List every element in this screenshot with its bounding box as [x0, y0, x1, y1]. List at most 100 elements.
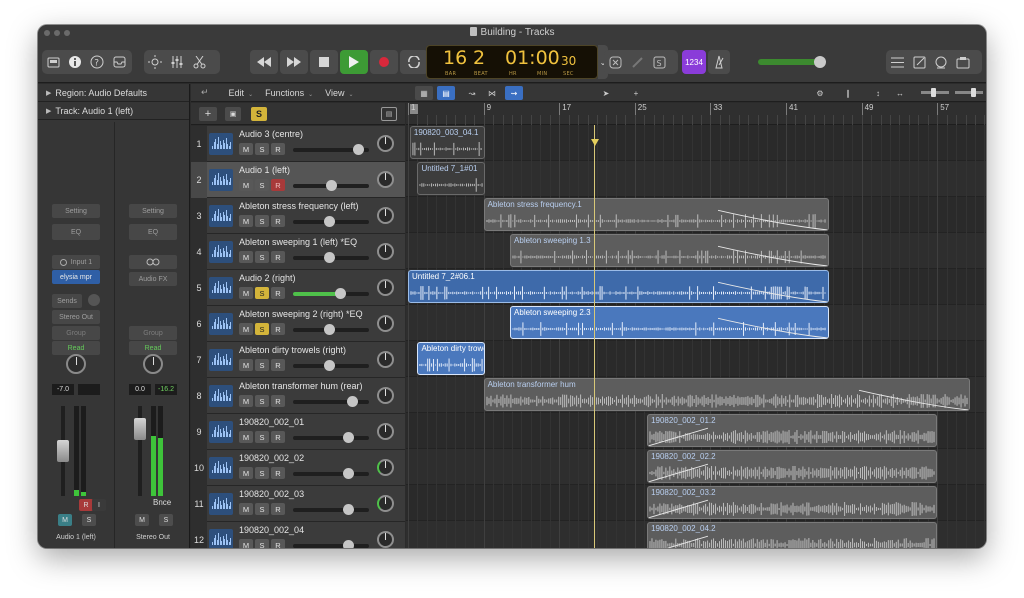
setting-button[interactable]: Setting — [52, 204, 100, 218]
waveform-zoom-icon[interactable]: ∥ — [839, 86, 857, 100]
fade-curve[interactable] — [648, 487, 709, 518]
audio-fx-slot[interactable]: Audio FX — [129, 272, 177, 286]
pan-knob[interactable] — [377, 387, 394, 404]
track-options-icon[interactable]: ▤ — [381, 107, 397, 121]
volume-handle[interactable] — [342, 468, 354, 479]
volume-handle[interactable] — [324, 252, 336, 263]
pan-knob[interactable] — [66, 354, 86, 374]
track-inspector-header[interactable]: ▶ Track: Audio 1 (left) — [38, 102, 189, 120]
brightness-icon[interactable] — [144, 50, 166, 74]
track-name[interactable]: 190820_002_03 — [239, 489, 304, 499]
fade-curve[interactable] — [648, 523, 709, 548]
track-volume-slider[interactable] — [293, 432, 369, 443]
track-name[interactable]: 190820_002_01 — [239, 417, 304, 427]
master-volume-handle[interactable] — [814, 56, 826, 68]
track-header[interactable]: 2 Audio 1 (left) M S R — [191, 162, 405, 198]
volume-handle[interactable] — [342, 540, 354, 548]
automation-mode-button[interactable]: Read — [52, 341, 100, 355]
track-name[interactable]: Audio 1 (left) — [239, 165, 290, 175]
volume-handle[interactable] — [342, 504, 354, 515]
library-icon[interactable] — [42, 50, 64, 74]
grid-view-icon[interactable]: ▦ — [415, 86, 433, 100]
group-button[interactable]: Group — [52, 326, 100, 340]
playhead-line[interactable] — [594, 125, 595, 548]
pan-knob[interactable] — [377, 531, 394, 548]
track-name[interactable]: Ableton stress frequency (left) — [239, 201, 359, 211]
global-solo-button[interactable]: S — [251, 107, 267, 121]
volume-handle[interactable] — [342, 432, 354, 443]
mute-button[interactable]: M — [239, 539, 253, 548]
rewind-button[interactable] — [250, 50, 278, 74]
group-button[interactable]: Group — [129, 326, 177, 340]
help-icon[interactable]: ? — [86, 50, 108, 74]
audio-region[interactable]: Ableton sweeping 1.3 — [510, 234, 829, 267]
metronome-icon[interactable] — [708, 50, 730, 74]
track-header[interactable]: 5 Audio 2 (right) M S R — [191, 270, 405, 306]
audio-region[interactable]: Ableton dirty trowels — [417, 342, 486, 375]
pan-knob[interactable] — [377, 279, 394, 296]
back-arrow-icon[interactable]: ↵ — [201, 87, 209, 98]
lcd-display[interactable]: 16 2 01:00 30 BAR BEAT HR MIN SEC — [426, 45, 598, 79]
solo-button[interactable]: S — [255, 323, 269, 335]
track-volume-slider[interactable] — [293, 144, 369, 155]
audio-region[interactable]: 190820_002_04.2 — [647, 522, 938, 548]
audio-region[interactable]: 190820_002_03.2 — [647, 486, 938, 519]
playhead-marker-icon[interactable] — [591, 139, 599, 146]
scissors-icon[interactable] — [188, 50, 210, 74]
track-volume-slider[interactable] — [293, 468, 369, 479]
play-button[interactable] — [340, 50, 368, 74]
audio-region[interactable]: 190820_002_02.2 — [647, 450, 938, 483]
solo-mode-icon[interactable]: S — [648, 50, 670, 74]
send-knob-icon[interactable] — [88, 294, 100, 306]
solo-button[interactable]: S — [255, 539, 269, 548]
record-enable-button[interactable]: R — [271, 431, 285, 443]
record-enable-button[interactable]: R — [271, 323, 285, 335]
settings-gear-icon[interactable]: ⚙ — [811, 86, 829, 100]
bar-ruler[interactable]: 1 9 17 25 33 41 49 57 — [406, 103, 986, 125]
pan-knob[interactable] — [377, 351, 394, 368]
record-enable-button[interactable]: R — [271, 539, 285, 548]
mute-button[interactable]: M — [58, 514, 72, 526]
volume-handle[interactable] — [326, 180, 337, 191]
view-menu[interactable]: View ⌄ — [325, 88, 353, 98]
audio-region[interactable]: Ableton transformer hum — [483, 378, 971, 411]
mute-button[interactable]: M — [239, 143, 253, 155]
track-header[interactable]: 10 190820_002_02 M S R — [191, 450, 405, 486]
audio-region[interactable]: Ableton sweeping 2.3 — [510, 306, 829, 339]
pan-knob[interactable] — [377, 171, 394, 188]
track-name[interactable]: Ableton sweeping 2 (right) *EQ — [239, 309, 363, 319]
stereo-link-icon[interactable] — [129, 255, 177, 269]
pan-knob[interactable] — [377, 207, 394, 224]
fade-curve[interactable] — [648, 451, 709, 482]
track-name[interactable]: Ableton sweeping 1 (left) *EQ — [239, 237, 357, 247]
horizontal-zoom-slider[interactable] — [955, 88, 983, 97]
track-header[interactable]: 3 Ableton stress frequency (left) M S R — [191, 198, 405, 234]
pan-knob[interactable] — [377, 315, 394, 332]
track-header[interactable]: 8 Ableton transformer hum (rear) M S R — [191, 378, 405, 414]
solo-button[interactable]: S — [255, 251, 269, 263]
automation-mode-button[interactable]: Read — [129, 341, 177, 355]
volume-handle[interactable] — [335, 288, 347, 299]
volume-fader-handle[interactable] — [57, 440, 69, 462]
track-name[interactable]: 190820_002_02 — [239, 453, 304, 463]
fade-curve[interactable] — [717, 235, 828, 266]
pan-knob[interactable] — [377, 459, 394, 476]
track-volume-slider[interactable] — [293, 540, 369, 548]
input-monitor-button[interactable]: I — [92, 499, 106, 511]
pencil-icon[interactable] — [626, 50, 648, 74]
replace-icon[interactable] — [604, 50, 626, 74]
track-name[interactable]: Audio 2 (right) — [239, 273, 296, 283]
master-volume-slider[interactable] — [756, 56, 828, 68]
add-track-button[interactable]: + — [199, 107, 217, 121]
cycle-button[interactable] — [400, 50, 428, 74]
track-volume-slider[interactable] — [293, 216, 369, 227]
mute-button[interactable]: M — [239, 215, 253, 227]
solo-button[interactable]: S — [255, 431, 269, 443]
info-icon[interactable] — [64, 50, 86, 74]
mute-button[interactable]: M — [239, 395, 253, 407]
solo-button[interactable]: S — [255, 395, 269, 407]
disclosure-triangle-icon[interactable]: ▶ — [46, 89, 51, 97]
fade-curve[interactable] — [648, 415, 709, 446]
track-header[interactable]: 11 190820_002_03 M S R — [191, 486, 405, 522]
solo-button[interactable]: S — [255, 359, 269, 371]
